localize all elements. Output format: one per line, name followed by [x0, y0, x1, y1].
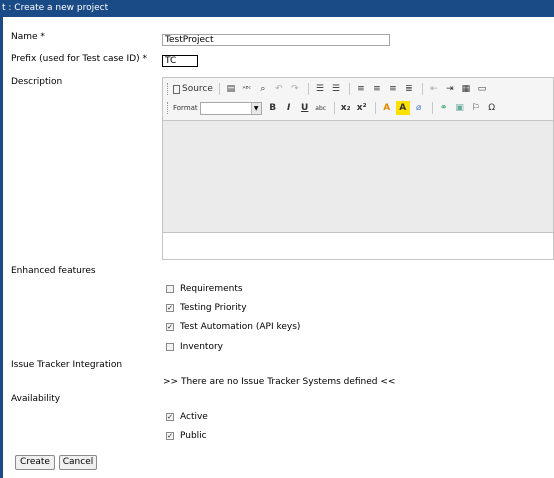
window-title: t : Create a new project: [2, 3, 109, 13]
availability-label: Availability: [11, 394, 61, 404]
image-icon[interactable]: ▣: [453, 101, 467, 115]
requirements-label: Requirements: [180, 284, 243, 294]
inventory-label: Inventory: [180, 342, 223, 352]
name-input[interactable]: TestProject: [162, 34, 390, 46]
source-button[interactable]: Source: [173, 82, 213, 96]
spellcheck-icon[interactable]: ᴬᴮᶜ: [240, 82, 254, 96]
format-select[interactable]: ▼: [199, 101, 262, 115]
bulleted-list-icon[interactable]: ☰: [329, 82, 343, 96]
test-automation-checkbox[interactable]: ✓: [166, 323, 174, 331]
link-icon[interactable]: ⚭: [437, 101, 451, 115]
italic-button[interactable]: I: [282, 101, 296, 115]
superscript-button[interactable]: x²: [355, 101, 369, 115]
prefix-label: Prefix (used for Test case ID) *: [11, 54, 148, 64]
numbered-list-icon[interactable]: ☰: [313, 82, 327, 96]
subscript-button[interactable]: x₂: [339, 101, 353, 115]
toolbar-separator: [333, 102, 335, 114]
template-icon[interactable]: ▤: [224, 82, 238, 96]
editor-toolbar-row-2: Format ▼ B I U abc x₂ x² A A ⌀ ⚭ ▣ ⚐ Ω: [167, 99, 501, 117]
align-right-icon[interactable]: ≡: [386, 82, 400, 96]
window-title-bar: t : Create a new project: [0, 0, 554, 17]
left-border: [0, 17, 3, 478]
issue-tracker-label: Issue Tracker Integration: [11, 360, 123, 370]
align-justify-icon[interactable]: ≣: [402, 82, 416, 96]
align-left-icon[interactable]: ≡: [354, 82, 368, 96]
testing-priority-label: Testing Priority: [180, 303, 247, 313]
underline-button[interactable]: U: [298, 101, 312, 115]
toolbar-separator: [421, 83, 423, 95]
toolbar-separator: [348, 83, 350, 95]
create-button[interactable]: Create: [15, 455, 55, 470]
outdent-icon[interactable]: ⇤: [427, 82, 441, 96]
test-automation-label: Test Automation (API keys): [180, 322, 301, 332]
table-icon[interactable]: ▦: [459, 82, 473, 96]
strikethrough-button[interactable]: abc: [314, 101, 328, 115]
special-char-button[interactable]: Ω: [485, 101, 499, 115]
redo-icon[interactable]: ↷: [288, 82, 302, 96]
flag-icon[interactable]: ⚐: [469, 101, 483, 115]
name-label: Name *: [11, 32, 45, 42]
toolbar-grip: [167, 83, 170, 95]
font-color-button[interactable]: A: [380, 101, 394, 115]
description-editor: Source ▤ ᴬᴮᶜ ⌕ ↶ ↷ ☰ ☰ ≡ ≡ ≡ ≣ ⇤ ⇥ ▦ ▭ F…: [162, 77, 554, 260]
requirements-checkbox[interactable]: [166, 285, 174, 293]
chevron-down-icon: ▼: [250, 102, 261, 114]
editor-content-area[interactable]: [163, 120, 553, 233]
align-center-icon[interactable]: ≡: [370, 82, 384, 96]
source-label: Source: [182, 84, 213, 94]
editor-footer: [163, 233, 553, 259]
format-label: Format: [173, 104, 198, 112]
editor-toolbar-row-1: Source ▤ ᴬᴮᶜ ⌕ ↶ ↷ ☰ ☰ ≡ ≡ ≡ ≣ ⇤ ⇥ ▦ ▭: [167, 80, 491, 98]
find-icon[interactable]: ⌕: [256, 82, 270, 96]
prefix-input[interactable]: TC: [162, 55, 198, 67]
issue-tracker-message: >> There are no Issue Tracker Systems de…: [163, 377, 396, 387]
indent-icon[interactable]: ⇥: [443, 82, 457, 96]
testing-priority-checkbox[interactable]: ✓: [166, 304, 174, 312]
toolbar-separator: [374, 102, 376, 114]
enhanced-features-label: Enhanced features: [11, 266, 96, 276]
description-label: Description: [11, 77, 63, 87]
background-color-button[interactable]: A: [395, 101, 410, 115]
cancel-button[interactable]: Cancel: [59, 455, 97, 470]
bold-button[interactable]: B: [266, 101, 280, 115]
toolbar-grip: [167, 102, 170, 114]
public-label: Public: [180, 431, 207, 441]
public-checkbox[interactable]: ✓: [166, 432, 174, 440]
toolbar-separator: [431, 102, 433, 114]
source-icon: [173, 84, 180, 94]
active-checkbox[interactable]: ✓: [166, 413, 174, 421]
undo-icon[interactable]: ↶: [272, 82, 286, 96]
active-label: Active: [180, 412, 208, 422]
horizontal-rule-icon[interactable]: ▭: [475, 82, 489, 96]
toolbar-separator: [218, 83, 220, 95]
remove-format-icon[interactable]: ⌀: [412, 101, 426, 115]
toolbar-separator: [307, 83, 309, 95]
inventory-checkbox[interactable]: [166, 343, 174, 351]
